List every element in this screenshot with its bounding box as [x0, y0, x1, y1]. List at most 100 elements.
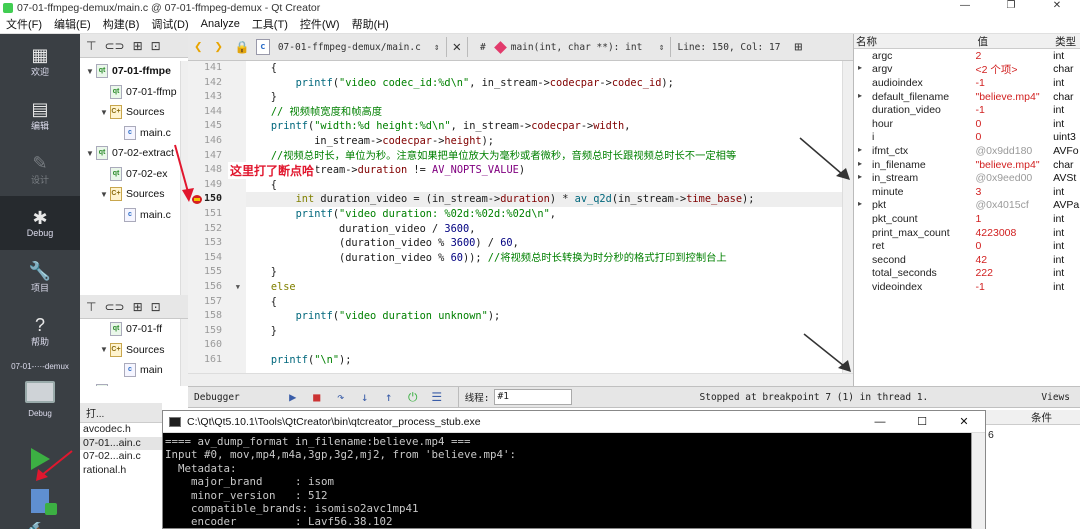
back-arrow-icon[interactable]: ❮	[194, 39, 202, 55]
line-number[interactable]: 151	[188, 207, 246, 222]
build-button[interactable]: 🔨	[0, 522, 80, 529]
local-variable-row[interactable]: duration_video -1 int	[854, 103, 1080, 117]
maximize-button[interactable]: ❐	[988, 0, 1034, 15]
line-number[interactable]: 154	[188, 251, 246, 266]
close-button[interactable]: ✕	[1034, 0, 1080, 15]
close-pane-icon[interactable]: ⊡	[151, 39, 161, 53]
local-variable-row[interactable]: minute 3 int	[854, 185, 1080, 199]
line-number[interactable]: 161	[188, 353, 246, 368]
expand-arrow-icon[interactable]: ▼	[98, 190, 110, 199]
views-button[interactable]: Views	[1041, 392, 1070, 403]
current-file-combo[interactable]: 07-01-ffmpeg-demux/main.c	[278, 42, 428, 53]
line-number[interactable]: 156 ▼	[188, 280, 246, 295]
expand-arrow-icon[interactable]	[858, 118, 872, 130]
link-icon[interactable]: ⊂⊃	[104, 300, 124, 314]
mode-help[interactable]: ? 帮助	[0, 304, 80, 358]
local-variable-row[interactable]: ▸ ifmt_ctx @0x9dd180 AVFo	[854, 144, 1080, 158]
link-icon[interactable]: ⊂⊃	[104, 39, 124, 53]
line-number[interactable]: 146	[188, 134, 246, 149]
line-number-gutter[interactable]: 141 142 143 144 145 146 147 148 149 150 151 152 153 1…	[188, 61, 246, 373]
condition-column-header[interactable]: 条件	[986, 410, 1080, 425]
tree-item[interactable]: ▼ qt 07-02-extract	[80, 143, 188, 164]
tree-item[interactable]: qt 07-01-ff	[80, 319, 188, 340]
filter-icon[interactable]: ⊤	[86, 39, 96, 53]
expand-arrow-icon[interactable]: ▸	[858, 91, 872, 103]
split-icon[interactable]: ⊞	[133, 300, 143, 314]
menu-file[interactable]: 文件(F)	[6, 16, 42, 32]
step-into-icon[interactable]: ↓	[356, 389, 374, 405]
stop-debugger-icon[interactable]: ■	[308, 389, 326, 405]
console-minimize-button[interactable]: —	[859, 411, 901, 433]
expand-arrow-icon[interactable]: ▸	[858, 159, 872, 171]
tree-item[interactable]: c main.c	[80, 123, 188, 144]
forward-arrow-icon[interactable]: ❯	[214, 39, 222, 55]
open-document-item[interactable]: rational.h	[80, 464, 162, 478]
line-number[interactable]: 155	[188, 265, 246, 280]
expand-arrow-icon[interactable]: ▸	[858, 199, 872, 211]
run-button[interactable]	[0, 438, 80, 480]
tree-item[interactable]: ▼ C+ Sources	[80, 102, 188, 123]
breakpoint-marker-icon[interactable]	[192, 195, 202, 205]
column-value-header[interactable]: 值	[975, 34, 1053, 48]
open-document-item[interactable]: 07-01...ain.c	[80, 436, 162, 451]
file-combo-arrow-icon[interactable]: ⇕	[434, 42, 440, 53]
local-variable-row[interactable]: print_max_count 4223008 int	[854, 226, 1080, 240]
close-document-icon[interactable]: ✕	[453, 39, 461, 55]
mode-projects[interactable]: 🔧 项目	[0, 250, 80, 304]
local-variable-row[interactable]: argc 2 int	[854, 49, 1080, 63]
line-number[interactable]: 141	[188, 61, 246, 76]
kit-selector[interactable]: 07-01-···-demux Debug	[0, 358, 80, 428]
fold-marker-icon[interactable]: ▼	[236, 280, 240, 295]
expand-arrow-icon[interactable]	[858, 254, 872, 266]
expand-arrow-icon[interactable]	[858, 131, 872, 143]
project-tree-scrollbar[interactable]	[180, 61, 188, 295]
tree-item[interactable]: ▼ qt 07-01-ffmpe	[80, 61, 188, 82]
mode-debug[interactable]: ✱ Debug	[0, 196, 80, 250]
menu-widgets[interactable]: 控件(W)	[300, 16, 340, 32]
local-variable-row[interactable]: videoindex -1 int	[854, 280, 1080, 294]
expand-arrow-icon[interactable]	[858, 186, 872, 198]
filter-icon[interactable]: ⊤	[86, 300, 96, 314]
expand-arrow-icon[interactable]	[858, 213, 872, 225]
console-scrollbar[interactable]	[971, 433, 985, 529]
line-number[interactable]: 160	[188, 338, 246, 353]
thread-combo[interactable]: #1	[493, 389, 572, 405]
expand-arrow-icon[interactable]: ▼	[98, 345, 110, 354]
local-variable-row[interactable]: ▸ in_stream @0x9eed00 AVSt	[854, 171, 1080, 185]
open-document-item[interactable]: 07-02...ain.c	[80, 450, 162, 464]
cursor-position[interactable]: Line: 150, Col: 17	[677, 42, 780, 53]
expand-arrow-icon[interactable]: ▼	[98, 108, 110, 117]
local-variable-row[interactable]: second 42 int	[854, 253, 1080, 267]
code-editor[interactable]: { printf("video codec_id:%d\n", in_strea…	[246, 61, 842, 373]
local-variable-row[interactable]: ret 0 int	[854, 239, 1080, 253]
local-variable-row[interactable]: ▸ default_filename "believe.mp4" char	[854, 90, 1080, 104]
line-number[interactable]: 153	[188, 236, 246, 251]
step-out-icon[interactable]: ↑	[380, 389, 398, 405]
step-over-icon[interactable]: ↷	[332, 389, 350, 405]
local-variable-row[interactable]: hour 0 int	[854, 117, 1080, 131]
tree-item[interactable]: qt 07-01-ffmp	[80, 82, 188, 103]
restart-icon[interactable]: ⏻	[404, 389, 422, 405]
close-pane-icon[interactable]: ⊡	[151, 300, 161, 314]
local-variable-row[interactable]: ▸ pkt @0x4015cf AVPa	[854, 199, 1080, 213]
local-variable-row[interactable]: pkt_count 1 int	[854, 212, 1080, 226]
local-variable-row[interactable]: audioindex -1 int	[854, 76, 1080, 90]
symbol-combo[interactable]: main(int, char **): int	[511, 42, 659, 53]
minimize-button[interactable]: —	[942, 0, 988, 15]
split-editor-icon[interactable]: ⊞	[794, 40, 802, 55]
expand-arrow-icon[interactable]	[858, 267, 872, 279]
tree-item[interactable]: ▼qt07-02-	[80, 381, 188, 386]
breakpoint-row[interactable]: 6	[986, 429, 1080, 441]
local-variable-row[interactable]: ▸ argv <2 个项> char	[854, 63, 1080, 77]
expand-arrow-icon[interactable]: ▸	[858, 63, 872, 75]
operate-by-instruction-icon[interactable]: ☰	[428, 389, 446, 405]
expand-arrow-icon[interactable]	[858, 104, 872, 116]
line-number[interactable]: 159	[188, 324, 246, 339]
tree-item[interactable]: ▼ C+ Sources	[80, 340, 188, 361]
split-icon[interactable]: ⊞	[133, 39, 143, 53]
local-variable-row[interactable]: i 0 uint3	[854, 131, 1080, 145]
tree-item[interactable]: qt 07-02-ex	[80, 164, 188, 185]
line-number[interactable]: 158	[188, 309, 246, 324]
line-number[interactable]: 142	[188, 76, 246, 91]
tree-item[interactable]: ▼ C+ Sources	[80, 184, 188, 205]
